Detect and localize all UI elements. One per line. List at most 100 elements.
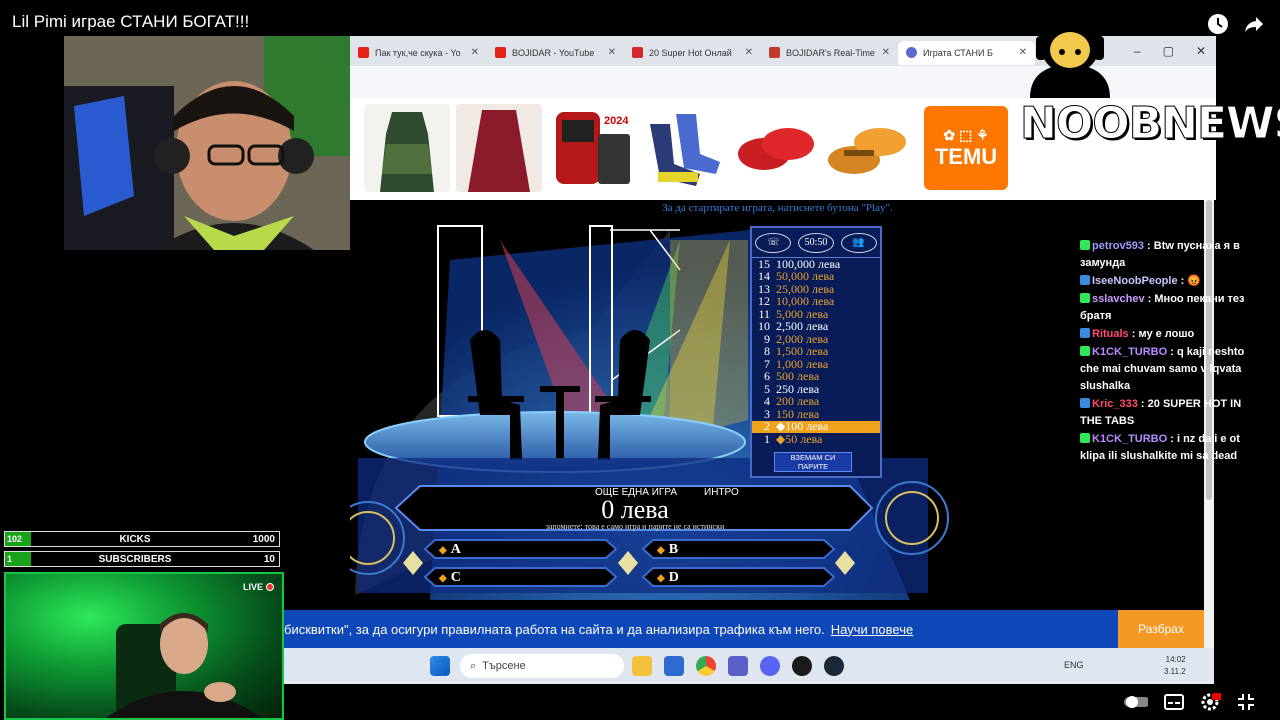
- cookie-banner: бисквитки", за да осигури правилната раб…: [284, 610, 1204, 648]
- video-progress-bar[interactable]: [284, 681, 1214, 684]
- kicks-counter: 102 KICKS 1000: [4, 531, 280, 547]
- taskbar-search[interactable]: ⌕ Търсене: [460, 654, 624, 678]
- ad-slippers-orange[interactable]: [824, 104, 910, 192]
- chat-badge-icon: [1080, 398, 1090, 408]
- chat-username[interactable]: K1CK_TURBO: [1092, 346, 1167, 358]
- close-icon[interactable]: ✕: [608, 47, 616, 58]
- close-icon[interactable]: ✕: [882, 47, 890, 58]
- chat-badge-icon: [1080, 293, 1090, 303]
- chat-separator: :: [1177, 275, 1188, 287]
- subtitles-icon[interactable]: [1162, 692, 1186, 712]
- chat-message: K1CK_TURBO : q kaji neshto che mai chuva…: [1080, 344, 1266, 395]
- tab-5-active[interactable]: Играта СТАНИ Б ✕: [898, 40, 1035, 65]
- video-title: Lil Pimi играе СТАНИ БОГАТ!!!: [12, 12, 250, 31]
- answer-d[interactable]: ◆ D: [643, 568, 831, 588]
- temu-logo-icon: ✿ ⬚ ⚘: [943, 126, 989, 143]
- emote-icon: 😡: [1187, 275, 1202, 287]
- chat-username[interactable]: K1CK_TURBO: [1092, 433, 1167, 445]
- settings-icon[interactable]: [1198, 692, 1222, 712]
- chat-separator: :: [1167, 346, 1177, 358]
- chat-text: му е лошо: [1138, 328, 1195, 340]
- desktop-icon[interactable]: [664, 656, 684, 676]
- second-webcam: LIVE: [4, 572, 284, 720]
- chat-message: sslavchev : Мноо пекани тез братя: [1080, 291, 1266, 325]
- steam-icon[interactable]: [824, 656, 844, 676]
- chat-overlay: petrov593 : Btw пуснаха я в замунда IseeN…: [1080, 238, 1266, 466]
- discord-icon[interactable]: [760, 656, 780, 676]
- tab-2[interactable]: BOJIDAR - YouTube ✕: [487, 41, 624, 65]
- chat-separator: :: [1137, 398, 1148, 410]
- ladder-level: 1: [764, 431, 770, 446]
- chat-username[interactable]: Rituals: [1092, 328, 1129, 340]
- file-explorer-icon[interactable]: [632, 656, 652, 676]
- chat-username[interactable]: petrov593: [1092, 240, 1144, 252]
- prize-amount: 0 лева: [601, 495, 669, 524]
- chat-badge-icon: [1080, 240, 1090, 250]
- money-ladder: ☏ 50:50 👥 15 100,000 лева 14 50,000 лева 13 2…: [750, 226, 882, 478]
- obs-icon[interactable]: [792, 656, 812, 676]
- language-indicator[interactable]: ENG: [1064, 660, 1084, 670]
- take-money-button[interactable]: ВЗЕМАМ СИ ПАРИТЕ: [774, 452, 852, 472]
- chat-badge-icon: [1080, 275, 1090, 285]
- close-icon[interactable]: ✕: [471, 47, 479, 58]
- tab-1[interactable]: Пак тук,че скука - Yo ✕: [350, 41, 487, 65]
- ad-dress-2[interactable]: [456, 104, 542, 192]
- phone-friend-lifeline[interactable]: ☏: [755, 232, 792, 253]
- chat-message: IseeNoobPeople : 😡: [1080, 273, 1266, 290]
- live-dot-icon: [266, 583, 274, 591]
- chrome-icon[interactable]: [696, 656, 716, 676]
- chat-message: Rituals : му е лошо: [1080, 326, 1266, 343]
- ladder-amount: ◆50 лева: [776, 431, 823, 446]
- youtube-icon: [495, 47, 506, 58]
- ladder-rung: 1 ◆50 лева: [752, 431, 880, 446]
- live-indicator: LIVE: [243, 582, 274, 592]
- chat-username[interactable]: Kric_333: [1092, 398, 1138, 410]
- chat-username[interactable]: IseeNoobPeople: [1092, 275, 1178, 287]
- chat-message: K1CK_TURBO : i nz dali e ot klipa ili sl…: [1080, 431, 1266, 465]
- close-icon[interactable]: ✕: [745, 47, 753, 58]
- cookie-text: бисквитки", за да осигури правилната раб…: [284, 621, 825, 637]
- tab-3[interactable]: 20 Super Hot Онлай ✕: [624, 41, 761, 65]
- temu-ad[interactable]: ✿ ⬚ ⚘ TEMU: [924, 106, 1008, 190]
- learn-more-link[interactable]: Научи повече: [831, 622, 913, 637]
- chat-separator: :: [1143, 240, 1154, 252]
- autoplay-toggle-icon[interactable]: [1124, 692, 1148, 712]
- answer-c[interactable]: ◆ C: [425, 568, 613, 588]
- game-area[interactable]: За да стартирате играта, натиснете бутон…: [350, 200, 1205, 610]
- clock[interactable]: 14:02 3.11.2: [1164, 654, 1186, 678]
- site-icon: [632, 47, 643, 58]
- svg-text:2024: 2024: [604, 115, 629, 127]
- chat-message: Kric_333 : 20 SUPER HOT IN THE TABS: [1080, 396, 1266, 430]
- windows-taskbar: ⌕ Търсене ENG 14:02 3.11.2: [284, 648, 1214, 684]
- tab-4[interactable]: BOJIDAR's Real-Time ✕: [761, 41, 898, 65]
- ad-device[interactable]: 2024: [548, 104, 634, 192]
- answer-b[interactable]: ◆ B: [643, 540, 831, 560]
- ad-slippers-red[interactable]: [732, 104, 818, 192]
- accept-cookies-button[interactable]: Разбрах: [1118, 610, 1204, 648]
- windows-start-icon[interactable]: [430, 656, 450, 676]
- diamond-icon: ◆: [439, 544, 447, 556]
- noobnews-logo: NOOBNEWS: [1019, 6, 1280, 156]
- ad-dress-1[interactable]: [364, 104, 450, 192]
- exit-fullscreen-icon[interactable]: [1234, 692, 1258, 712]
- teams-icon[interactable]: [728, 656, 748, 676]
- ad-strip[interactable]: 2024 ✿ ⬚ ⚘ TEMU: [364, 104, 1008, 192]
- diamond-icon: ◆: [439, 572, 447, 584]
- game-icon: [906, 47, 917, 58]
- fifty-fifty-lifeline[interactable]: 50:50: [797, 232, 834, 253]
- chat-separator: :: [1128, 328, 1139, 340]
- diamond-icon: ◆: [657, 544, 665, 556]
- chat-badge-icon: [1080, 346, 1090, 356]
- answer-a[interactable]: ◆ A: [425, 540, 613, 560]
- chat-message: petrov593 : Btw пуснаха я в замунда: [1080, 238, 1266, 272]
- search-icon: ⌕: [470, 659, 477, 672]
- subscribers-counter: 1 SUBSCRIBERS 10: [4, 551, 280, 567]
- chat-badge-icon: [1080, 328, 1090, 338]
- lifelines: ☏ 50:50 👥: [752, 228, 880, 258]
- ad-socks[interactable]: [640, 104, 726, 192]
- ask-audience-lifeline[interactable]: 👥: [840, 232, 877, 253]
- chat-badge-icon: [1080, 433, 1090, 443]
- diamond-icon: ◆: [657, 572, 665, 584]
- chat-username[interactable]: sslavchev: [1092, 293, 1145, 305]
- game-note: запомнете: това е само игра и парите не …: [545, 522, 725, 531]
